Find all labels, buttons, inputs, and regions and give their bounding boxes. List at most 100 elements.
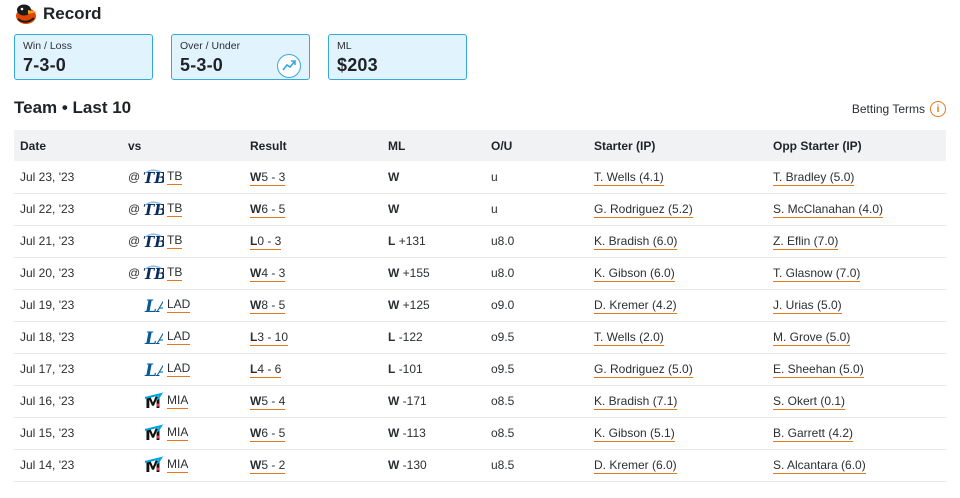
opponent-link[interactable]: LAD [167, 361, 191, 377]
record-header: Record [14, 3, 102, 25]
opp-starter-link[interactable]: M. Grove (5.0) [773, 330, 851, 346]
opp-starter-link[interactable]: Z. Eflin (7.0) [773, 234, 839, 250]
away-marker: @ [128, 169, 141, 184]
opponent-cell: @ TB TB [122, 225, 244, 257]
opponent-link[interactable]: TB [167, 233, 183, 249]
starter-cell: D. Kremer (4.2) [588, 289, 767, 321]
opponent-link[interactable]: MIA [167, 457, 189, 473]
result-link[interactable]: W5 - 2 [250, 458, 286, 474]
opp-starter-link[interactable]: J. Urias (5.0) [773, 298, 842, 314]
opp-starter-link[interactable]: S. McClanahan (4.0) [773, 202, 884, 218]
opponent-cell: @ TB TB [122, 257, 244, 289]
date-cell: Jul 20, '23 [20, 266, 75, 280]
result-link[interactable]: W4 - 3 [250, 266, 286, 282]
opponent-link[interactable]: LAD [167, 329, 191, 345]
table-row: Jul 17, '23 LA LAD L4 - 6 L -101 o9.5 G.… [14, 353, 946, 385]
date-cell: Jul 18, '23 [20, 330, 75, 344]
opponent-cell: LA LAD [122, 353, 244, 385]
opp-starter-cell: M. Grove (5.0) [767, 321, 946, 353]
opp-starter-link[interactable]: T. Glasnow (7.0) [773, 266, 861, 282]
opp-starter-link[interactable]: S. Okert (0.1) [773, 394, 846, 410]
ou-cell: o9.5 [491, 330, 515, 344]
opponent-link[interactable]: MIA [167, 393, 189, 409]
opp-starter-link[interactable]: E. Sheehan (5.0) [773, 362, 864, 378]
opponent-cell: M MIA [122, 417, 244, 449]
score: 0 - 3 [257, 234, 282, 248]
opponent-link[interactable]: TB [167, 169, 183, 185]
betting-terms-label: Betting Terms [851, 102, 925, 116]
opp-starter-cell: Z. Eflin (7.0) [767, 225, 946, 257]
ml-odds: -101 [398, 362, 423, 376]
starter-cell: K. Bradish (7.1) [588, 385, 767, 417]
opp-starter-link[interactable]: B. Garrett (4.2) [773, 426, 854, 442]
col-date: Date [20, 138, 47, 153]
score: 3 - 10 [257, 330, 289, 344]
starter-link[interactable]: G. Rodriguez (5.0) [594, 362, 693, 378]
ou-cell: o8.5 [491, 394, 515, 408]
score: 5 - 2 [261, 458, 286, 472]
ml-result: W [388, 266, 400, 280]
result-link[interactable]: W6 - 5 [250, 426, 286, 442]
date-cell: Jul 16, '23 [20, 394, 75, 408]
ml-cell: W +155 [382, 257, 485, 289]
card-label: Win / Loss [23, 40, 73, 52]
win-loss: W [250, 298, 262, 312]
ou-cell: o9.5 [491, 362, 515, 376]
starter-link[interactable]: K. Gibson (5.1) [594, 426, 675, 442]
ml-result: W [388, 169, 400, 184]
starter-link[interactable]: T. Wells (4.1) [594, 169, 664, 186]
table-row: Jul 19, '23 LA LAD W8 - 5 W +125 o9.0 D.… [14, 289, 946, 321]
result-link[interactable]: L0 - 3 [250, 234, 282, 250]
ou-cell: u8.0 [491, 234, 515, 248]
score: 6 - 5 [261, 426, 286, 440]
starter-cell: K. Bradish (6.0) [588, 225, 767, 257]
table-row: Jul 22, '23 @ TB TB W6 - 5 W u G. Rodrig… [14, 193, 946, 225]
ml-result: W [388, 458, 400, 472]
ml-result: L [388, 330, 396, 344]
ml-cell: W [382, 161, 485, 193]
table-header-row: Date vs Result ML O/U Starter (IP) Opp S… [14, 130, 946, 161]
result-link[interactable]: L3 - 10 [250, 330, 289, 346]
score: 6 - 5 [261, 202, 286, 216]
starter-link[interactable]: K. Bradish (7.1) [594, 394, 678, 410]
date-cell: Jul 14, '23 [20, 458, 75, 472]
svg-text:LA: LA [144, 297, 163, 316]
opponent-link[interactable]: LAD [167, 297, 191, 313]
result-link[interactable]: W6 - 5 [250, 202, 286, 218]
col-vs: vs [128, 138, 142, 153]
win-loss: W [250, 266, 262, 280]
starter-cell: T. Wells (2.0) [588, 321, 767, 353]
win-loss: W [250, 426, 262, 440]
win-loss: W [250, 458, 262, 472]
starter-cell: K. Gibson (5.1) [588, 417, 767, 449]
betting-terms-link[interactable]: Betting Terms i [852, 101, 946, 117]
date-cell: Jul 17, '23 [20, 362, 75, 376]
table-row: Jul 14, '23 M MIA W5 - 2 W -130 u8.5 D. … [14, 449, 946, 481]
date-cell: Jul 19, '23 [20, 298, 75, 312]
dodgers-logo-icon: LA [142, 326, 164, 348]
last-10-table: Date vs Result ML O/U Starter (IP) Opp S… [14, 130, 946, 482]
starter-link[interactable]: K. Gibson (6.0) [594, 266, 675, 282]
result-link[interactable]: W5 - 3 [250, 169, 286, 186]
starter-link[interactable]: D. Kremer (6.0) [594, 458, 677, 474]
result-cell: W5 - 4 [244, 385, 382, 417]
svg-text:LA: LA [144, 361, 163, 380]
col-ou: O/U [491, 138, 513, 153]
starter-cell: G. Rodriguez (5.2) [588, 193, 767, 225]
opponent-link[interactable]: MIA [167, 425, 189, 441]
result-link[interactable]: W8 - 5 [250, 298, 286, 314]
opponent-cell: LA LAD [122, 289, 244, 321]
opp-starter-link[interactable]: T. Bradley (5.0) [773, 169, 855, 186]
opponent-link[interactable]: TB [167, 265, 183, 281]
result-cell: W5 - 2 [244, 449, 382, 481]
opp-starter-link[interactable]: S. Alcantara (6.0) [773, 458, 866, 474]
result-link[interactable]: W5 - 4 [250, 394, 286, 410]
starter-cell: G. Rodriguez (5.0) [588, 353, 767, 385]
starter-link[interactable]: T. Wells (2.0) [594, 330, 664, 346]
opponent-link[interactable]: TB [167, 201, 183, 217]
result-link[interactable]: L4 - 6 [250, 362, 282, 378]
ml-odds: -171 [402, 394, 427, 408]
starter-link[interactable]: D. Kremer (4.2) [594, 298, 677, 314]
starter-link[interactable]: K. Bradish (6.0) [594, 234, 678, 250]
starter-link[interactable]: G. Rodriguez (5.2) [594, 202, 693, 218]
